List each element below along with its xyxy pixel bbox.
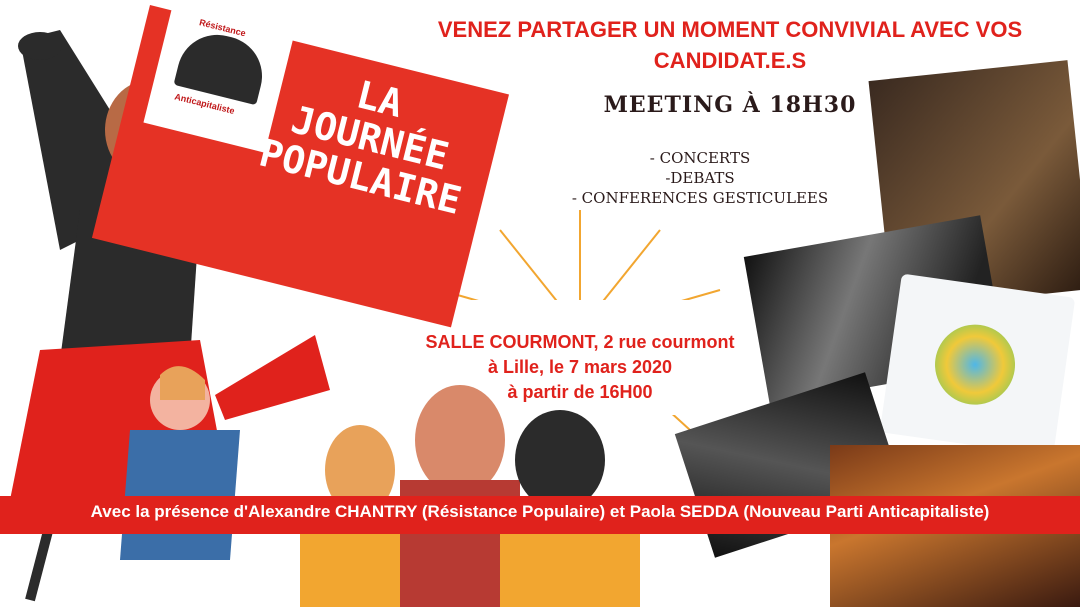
activity-item: - CONFERENCES GESTICULEES xyxy=(571,189,829,207)
photo-debate-circle xyxy=(879,273,1076,457)
guests-banner-text: Avec la présence d'Alexandre CHANTRY (Ré… xyxy=(90,502,990,521)
venue-address: SALLE COURMONT, 2 rue courmont xyxy=(425,332,735,352)
activity-item: - CONCERTS xyxy=(649,149,751,167)
venue-start-time: à partir de 16H00 xyxy=(507,382,653,402)
headline: VENEZ PARTAGER UN MOMENT CONVIVIAL AVEC … xyxy=(437,17,1023,73)
venue-date: à Lille, le 7 mars 2020 xyxy=(487,357,673,377)
activity-item: -DEBATS xyxy=(665,169,735,187)
activities-list: - CONCERTS -DEBATS - CONFERENCES GESTICU… xyxy=(520,148,880,208)
meeting-time: MEETING À 18H30 xyxy=(603,92,857,118)
venue-info: SALLE COURMONT, 2 rue courmont à Lille, … xyxy=(380,330,780,405)
